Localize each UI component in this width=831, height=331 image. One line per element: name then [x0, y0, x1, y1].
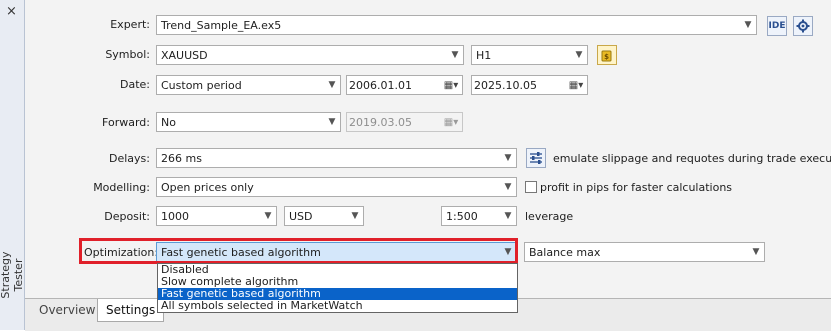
criterion-value: Balance max — [529, 245, 601, 259]
modelling-label: Modelling: — [93, 181, 150, 194]
settings-button[interactable] — [793, 16, 813, 36]
chevron-down-icon: ▼ — [328, 80, 336, 90]
currency-value: USD — [289, 209, 313, 223]
delays-settings-button[interactable] — [526, 148, 546, 168]
criterion-select[interactable]: Balance max ▼ — [524, 242, 765, 262]
date-label: Date: — [120, 78, 150, 91]
symbol-value: XAUUSD — [161, 48, 208, 62]
deposit-select[interactable]: 1000 ▼ — [156, 206, 277, 226]
modelling-value: Open prices only — [161, 180, 254, 194]
forward-value: No — [161, 115, 176, 129]
close-icon[interactable]: × — [6, 4, 17, 19]
leverage-select[interactable]: 1:500 ▼ — [441, 206, 517, 226]
side-panel: × Strategy Tester — [0, 0, 25, 330]
timeframe-select[interactable]: H1 ▼ — [471, 45, 588, 65]
forward-select[interactable]: No ▼ — [156, 112, 341, 132]
tab-overview[interactable]: Overview — [31, 299, 104, 321]
chevron-down-icon: ▼ — [264, 211, 272, 221]
forward-date-field: 2019.03.05 ▦▾ — [346, 112, 463, 132]
optimization-highlight-box — [79, 238, 518, 264]
chevron-down-icon: ▼ — [575, 50, 583, 60]
calendar-icon: ▦▾ — [443, 116, 459, 128]
delays-select[interactable]: 266 ms ▼ — [156, 148, 517, 168]
chevron-down-icon: ▼ — [744, 20, 752, 30]
currency-select[interactable]: USD ▼ — [284, 206, 364, 226]
chevron-down-icon: ▼ — [504, 182, 512, 192]
delays-description: emulate slippage and requotes during tra… — [553, 152, 831, 165]
profit-pips-label: profit in pips for faster calculations — [540, 181, 733, 194]
period-select[interactable]: Custom period ▼ — [156, 75, 341, 95]
date-to-field[interactable]: 2025.10.05 ▦▾ — [471, 75, 588, 95]
svg-text:$: $ — [604, 53, 609, 61]
timeframe-value: H1 — [476, 48, 492, 62]
period-value: Custom period — [161, 78, 242, 92]
expert-select[interactable]: Trend_Sample_EA.ex5 ▼ — [156, 15, 757, 35]
panel-title-vertical: Strategy Tester — [0, 251, 25, 299]
symbol-properties-button[interactable]: $ — [597, 45, 617, 65]
list-item[interactable]: All symbols selected in MarketWatch — [158, 300, 517, 312]
date-from-value: 2006.01.01 — [349, 78, 412, 92]
delays-value: 266 ms — [161, 151, 202, 165]
chevron-down-icon: ▼ — [752, 247, 760, 257]
symbol-select[interactable]: XAUUSD ▼ — [156, 45, 464, 65]
chevron-down-icon: ▼ — [504, 153, 512, 163]
tab-settings[interactable]: Settings — [97, 299, 165, 322]
calendar-icon[interactable]: ▦▾ — [440, 76, 462, 94]
chevron-down-icon: ▼ — [451, 50, 459, 60]
date-from-field[interactable]: 2006.01.01 ▦▾ — [346, 75, 463, 95]
forward-label: Forward: — [102, 116, 150, 129]
modelling-select[interactable]: Open prices only ▼ — [156, 177, 517, 197]
date-to-value: 2025.10.05 — [474, 78, 537, 92]
symbol-properties-icon: $ — [601, 50, 612, 62]
forward-date-value: 2019.03.05 — [349, 115, 412, 129]
expert-value: Trend_Sample_EA.ex5 — [161, 18, 282, 32]
deposit-label: Deposit: — [104, 210, 150, 223]
sliders-icon — [530, 152, 542, 164]
deposit-value: 1000 — [161, 209, 189, 223]
delays-label: Delays: — [109, 152, 150, 165]
ide-button-label: IDE — [768, 21, 786, 31]
optimization-dropdown-list: Disabled Slow complete algorithm Fast ge… — [157, 263, 518, 313]
chevron-down-icon: ▼ — [351, 211, 359, 221]
symbol-label: Symbol: — [105, 48, 150, 61]
ide-button[interactable]: IDE — [767, 16, 787, 36]
calendar-icon[interactable]: ▦▾ — [565, 76, 587, 94]
gear-icon — [796, 19, 810, 33]
chevron-down-icon: ▼ — [328, 117, 336, 127]
expert-label: Expert: — [110, 18, 150, 31]
leverage-value: 1:500 — [446, 209, 478, 223]
profit-pips-checkbox[interactable] — [525, 181, 537, 193]
chevron-down-icon: ▼ — [504, 211, 512, 221]
leverage-label: leverage — [525, 210, 574, 223]
